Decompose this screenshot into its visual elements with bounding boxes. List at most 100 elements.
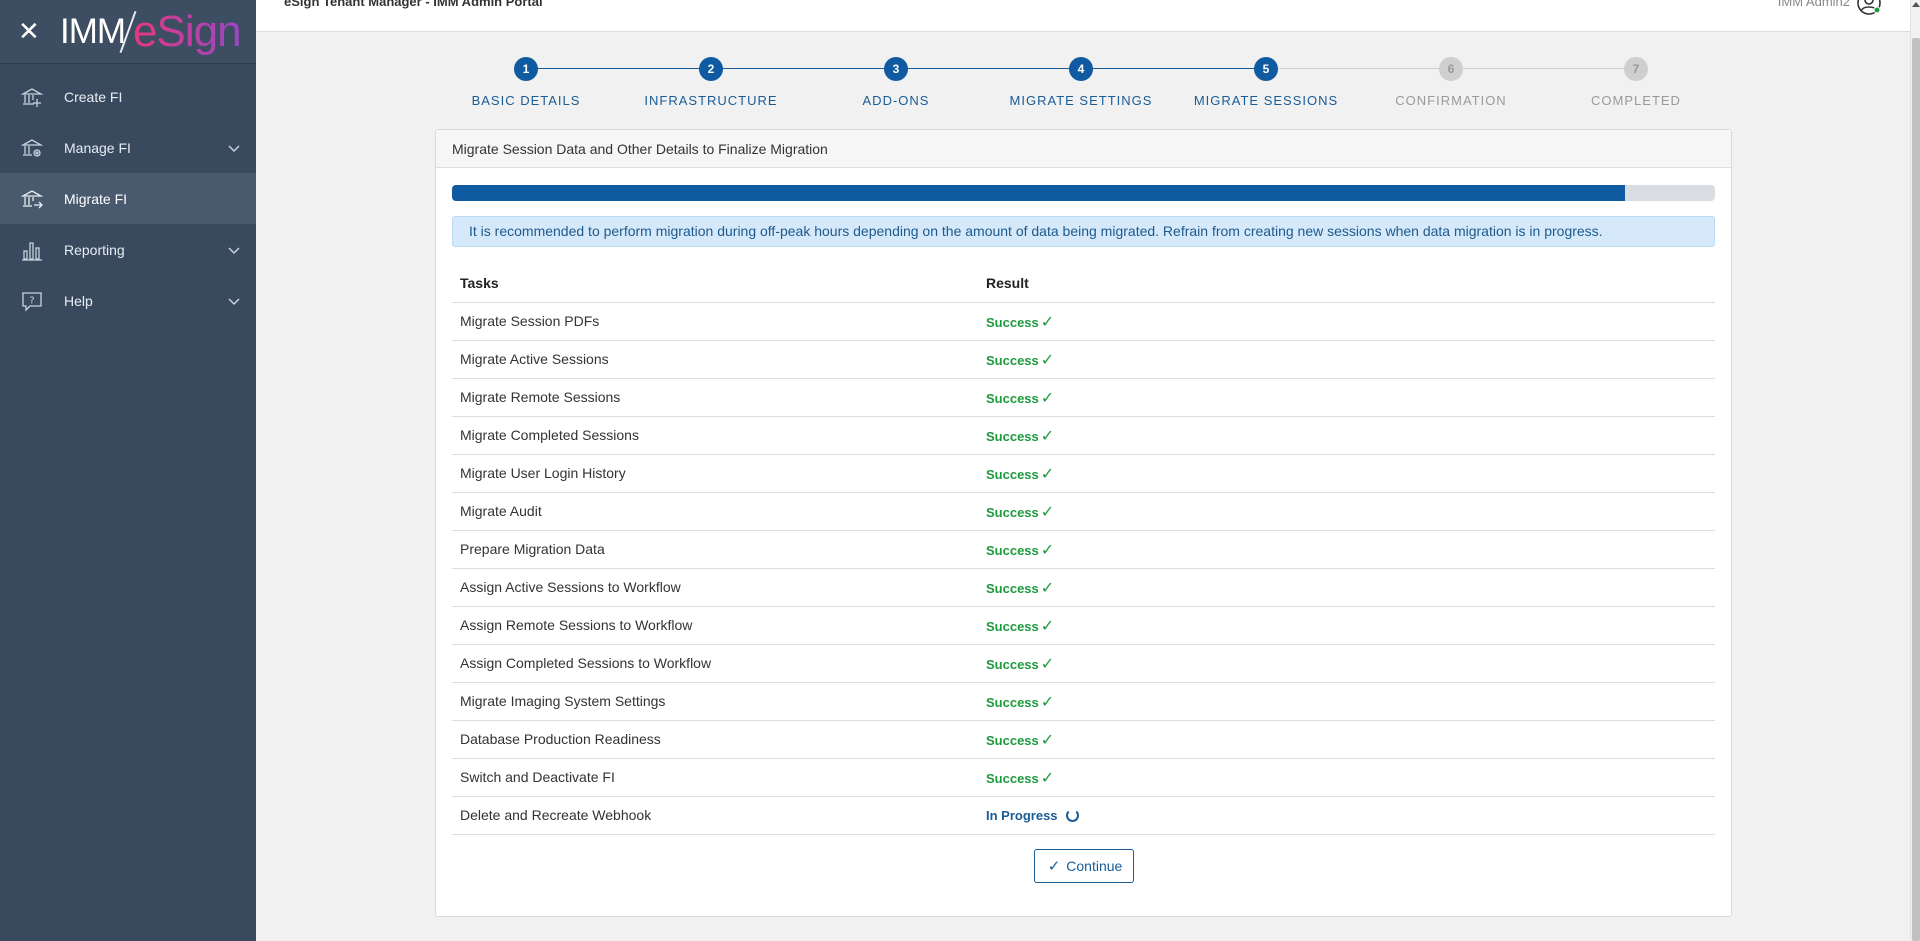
- info-alert: It is recommended to perform migration d…: [452, 216, 1715, 247]
- result-label: Success: [986, 466, 1039, 482]
- sidebar-item-label: Help: [64, 292, 93, 309]
- sidebar-item-create-fi[interactable]: Create FI: [0, 71, 256, 122]
- task-result: Success ✓: [978, 644, 1715, 683]
- sidebar-item-help[interactable]: ? Help: [0, 275, 256, 326]
- check-icon: ✓: [1040, 653, 1055, 673]
- task-name: Migrate Audit: [452, 492, 978, 531]
- logo: IMM eSign: [60, 7, 242, 57]
- step-completed: 7 COMPLETED: [1556, 57, 1716, 108]
- result-label: Success: [986, 732, 1039, 748]
- column-header-tasks: Tasks: [452, 264, 978, 303]
- result-label: Success: [986, 618, 1039, 634]
- table-row: Migrate Imaging System Settings Success ✓: [452, 682, 1715, 721]
- result-label: Success: [986, 352, 1039, 368]
- task-name: Migrate Remote Sessions: [452, 378, 978, 417]
- check-icon: ✓: [1040, 729, 1055, 749]
- table-row: Migrate Completed Sessions Success ✓: [452, 416, 1715, 455]
- result-label: Success: [986, 504, 1039, 520]
- table-row: Migrate User Login History Success ✓: [452, 454, 1715, 493]
- continue-button[interactable]: ✓ Continue: [1034, 849, 1134, 883]
- user-account-icon[interactable]: [1856, 0, 1882, 21]
- task-name: Database Production Readiness: [452, 720, 978, 759]
- sidebar-item-label: Manage FI: [64, 139, 131, 156]
- task-name: Migrate Imaging System Settings: [452, 682, 978, 721]
- step-label: CONFIRMATION: [1395, 93, 1507, 108]
- check-icon: ✓: [1040, 425, 1055, 445]
- task-result: Success ✓: [978, 682, 1715, 721]
- table-row: Delete and Recreate Webhook In Progress: [452, 796, 1715, 835]
- scrollbar-thumb[interactable]: [1912, 38, 1920, 941]
- check-icon: ✓: [1040, 387, 1055, 407]
- result-label: Success: [986, 390, 1039, 406]
- check-icon: ✓: [1040, 311, 1055, 331]
- result-label: Success: [986, 656, 1039, 672]
- table-row: Migrate Audit Success ✓: [452, 492, 1715, 531]
- step-migrate-sessions[interactable]: 5 MIGRATE SESSIONS: [1186, 57, 1346, 108]
- sidebar-item-reporting[interactable]: Reporting: [0, 224, 256, 275]
- task-result: Success ✓: [978, 720, 1715, 759]
- check-icon: ✓: [1040, 691, 1055, 711]
- result-label: Success: [986, 314, 1039, 330]
- task-result: Success ✓: [978, 454, 1715, 493]
- table-row: Assign Remote Sessions to Workflow Succes…: [452, 606, 1715, 645]
- task-result: Success ✓: [978, 606, 1715, 645]
- step-basic-details[interactable]: 1 BASIC DETAILS: [446, 57, 606, 108]
- task-name: Prepare Migration Data: [452, 530, 978, 569]
- task-name: Delete and Recreate Webhook: [452, 796, 978, 835]
- user-name[interactable]: IMM Admin2: [1778, 0, 1850, 9]
- result-label: In Progress: [986, 807, 1058, 823]
- step-label: ADD-ONS: [862, 93, 930, 108]
- table-row: Migrate Remote Sessions Success ✓: [452, 378, 1715, 417]
- step-migrate-settings[interactable]: 4 MIGRATE SETTINGS: [1001, 57, 1161, 108]
- migration-stepper: 1 BASIC DETAILS 2 INFRASTRUCTURE 3 ADD-O…: [436, 57, 1736, 117]
- sidebar-item-label: Create FI: [64, 88, 123, 105]
- step-number: 3: [884, 57, 908, 81]
- result-label: Success: [986, 428, 1039, 444]
- topbar: eSign Tenant Manager - IMM Admin Portal …: [256, 0, 1920, 32]
- chevron-down-icon: [228, 242, 240, 258]
- task-result: Success ✓: [978, 416, 1715, 455]
- check-icon: ✓: [1040, 463, 1055, 483]
- check-icon: ✓: [1047, 857, 1061, 875]
- result-label: Success: [986, 770, 1039, 786]
- step-number: 4: [1069, 57, 1093, 81]
- step-label: BASIC DETAILS: [471, 93, 581, 108]
- table-row: Prepare Migration Data Success ✓: [452, 530, 1715, 569]
- table-row: Migrate Active Sessions Success ✓: [452, 340, 1715, 379]
- table-row: Switch and Deactivate FI Success ✓: [452, 758, 1715, 797]
- sidebar-item-label: Migrate FI: [64, 190, 128, 207]
- step-label: INFRASTRUCTURE: [644, 93, 778, 108]
- task-result: Success ✓: [978, 568, 1715, 607]
- page-scrollbar[interactable]: [1910, 0, 1920, 941]
- task-name: Assign Remote Sessions to Workflow: [452, 606, 978, 645]
- step-number: 6: [1439, 57, 1463, 81]
- check-icon: ✓: [1040, 349, 1055, 369]
- bank-plus-icon: [20, 85, 44, 109]
- table-row: Migrate Session PDFs Success ✓: [452, 302, 1715, 341]
- chevron-down-icon: [228, 140, 240, 156]
- step-number: 1: [514, 57, 538, 81]
- task-result: In Progress: [978, 796, 1715, 835]
- result-label: Success: [986, 580, 1039, 596]
- sidebar-item-label: Reporting: [64, 241, 125, 258]
- close-icon[interactable]: ✕: [18, 19, 48, 45]
- task-result: Success ✓: [978, 378, 1715, 417]
- bank-arrow-icon: [20, 187, 44, 211]
- scroll-up-arrow-icon[interactable]: [1912, 2, 1920, 7]
- task-name: Migrate User Login History: [452, 454, 978, 493]
- migration-card: Migrate Session Data and Other Details t…: [435, 129, 1732, 917]
- task-result: Success ✓: [978, 302, 1715, 341]
- sidebar-item-manage-fi[interactable]: Manage FI: [0, 122, 256, 173]
- sidebar-item-migrate-fi[interactable]: Migrate FI: [0, 173, 256, 224]
- task-name: Migrate Active Sessions: [452, 340, 978, 379]
- check-icon: ✓: [1040, 767, 1055, 787]
- step-infrastructure[interactable]: 2 INFRASTRUCTURE: [631, 57, 791, 108]
- step-add-ons[interactable]: 3 ADD-ONS: [816, 57, 976, 108]
- bar-chart-icon: [20, 238, 44, 262]
- svg-text:?: ?: [29, 295, 34, 306]
- table-row: Assign Active Sessions to Workflow Succes…: [452, 568, 1715, 607]
- task-result: Success ✓: [978, 340, 1715, 379]
- task-name: Assign Active Sessions to Workflow: [452, 568, 978, 607]
- check-icon: ✓: [1040, 615, 1055, 635]
- task-name: Migrate Completed Sessions: [452, 416, 978, 455]
